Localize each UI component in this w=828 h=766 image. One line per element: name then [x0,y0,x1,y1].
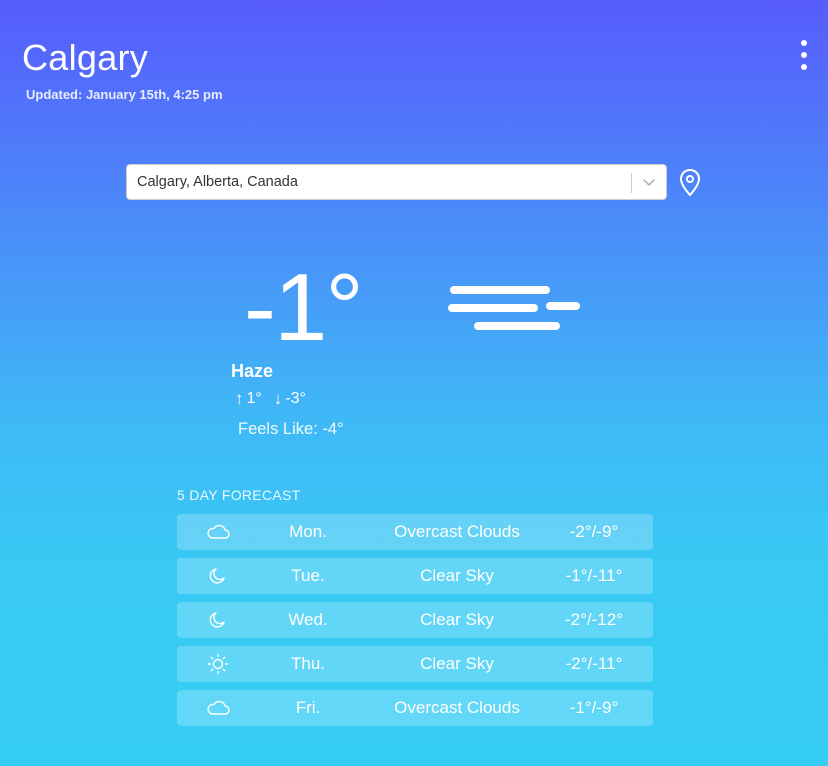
arrow-down-icon: ↓ [273,389,283,408]
cloud-icon [207,700,230,715]
forecast-day: Fri. [295,698,321,717]
high-temp: 1° [246,390,262,407]
forecast-row: Wed. Clear Sky -2°/-12° [177,602,653,638]
moon-icon [209,568,225,584]
forecast-description: Clear Sky [420,654,494,673]
select-separator [631,173,632,193]
forecast-description: Clear Sky [420,610,494,629]
low-temp: -3° [285,390,306,407]
forecast-row: Tue. Clear Sky -1°/-11° [177,558,653,594]
forecast-row: Thu. Clear Sky -2°/-11° [177,646,653,682]
feels-like: Feels Like: -4° [238,420,344,438]
forecast-description: Clear Sky [420,566,494,585]
chevron-down-icon[interactable] [641,176,657,190]
city-title: Calgary [22,37,149,78]
location-select[interactable] [126,164,667,200]
forecast-temps: -2°/-11° [565,654,623,673]
forecast-row: Mon. Overcast Clouds -2°/-9° [177,514,653,550]
location-search-input[interactable] [137,165,617,199]
forecast-temps: -1°/-11° [565,566,623,585]
moon-icon [209,612,225,628]
current-temperature: -1° [244,254,364,361]
forecast-description: Overcast Clouds [394,698,520,717]
more-menu-button[interactable] [794,40,814,70]
forecast-day: Tue. [291,566,325,585]
haze-icon [448,286,580,330]
forecast-day: Wed. [288,610,328,629]
forecast-day: Thu. [290,654,326,673]
forecast-list: Mon. Overcast Clouds -2°/-9° Tue. Clear … [177,514,653,734]
map-pin-icon[interactable] [678,168,702,198]
forecast-row: Fri. Overcast Clouds -1°/-9° [177,690,653,726]
arrow-up-icon: ↑ [235,389,244,408]
forecast-temps: -1°/-9° [569,698,619,717]
more-vertical-icon [801,40,807,46]
forecast-temps: -2°/-9° [569,522,619,541]
forecast-description: Overcast Clouds [394,522,520,541]
forecast-temps: -2°/-12° [564,610,623,629]
forecast-day: Mon. [289,522,327,541]
high-low-temps: ↑ 1° ↓ -3° [235,388,306,410]
cloud-icon [207,524,230,539]
forecast-title: 5 DAY FORECAST [177,487,301,503]
updated-timestamp: Updated: January 15th, 4:25 pm [26,87,223,102]
current-condition: Haze [231,361,274,381]
sun-icon [207,653,229,675]
